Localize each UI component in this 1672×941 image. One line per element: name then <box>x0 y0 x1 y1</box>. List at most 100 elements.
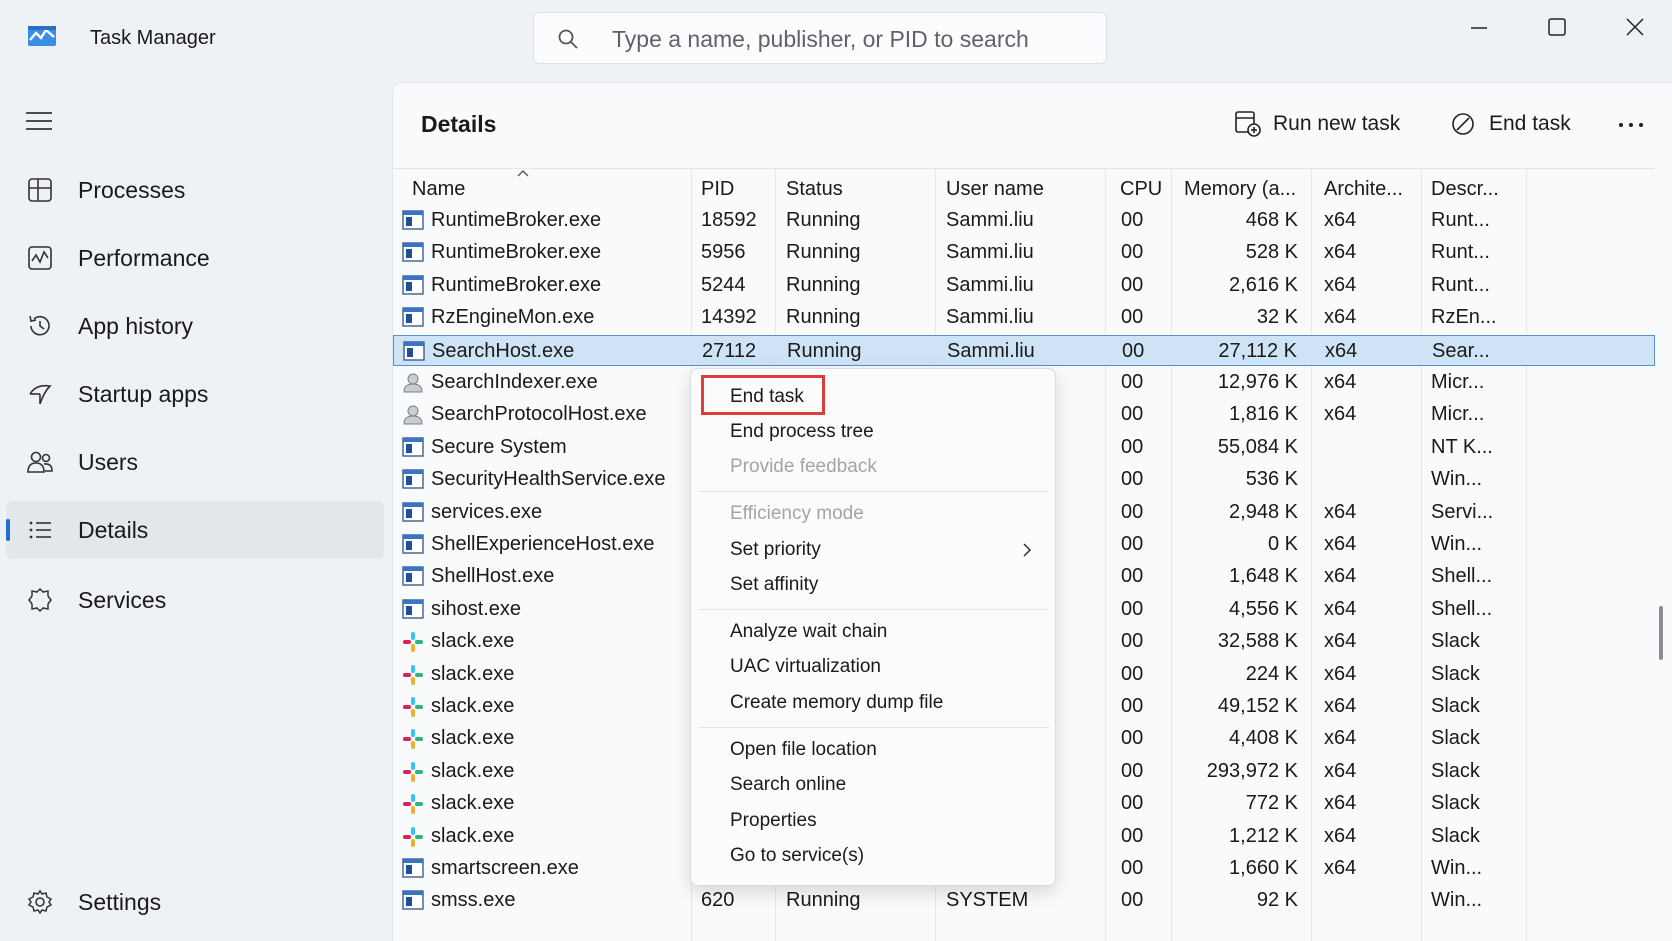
sidebar-item-users[interactable]: Users <box>6 433 384 491</box>
process-cpu: 00 <box>1121 824 1144 847</box>
menu-item-uac-virtualization[interactable]: UAC virtualization <box>699 651 1049 683</box>
process-memory: 1,648 K <box>1229 565 1298 588</box>
table-row[interactable]: RzEngineMon.exe 14392 Running Sammi.liu 00 32… <box>393 302 1655 333</box>
menu-item-analyze-wait-chain[interactable]: Analyze wait chain <box>699 616 1049 648</box>
process-name: slack.exe <box>431 727 515 750</box>
menu-item-search-online[interactable]: Search online <box>699 769 1049 801</box>
run-new-task-icon <box>1235 111 1261 137</box>
table-row[interactable]: RuntimeBroker.exe 18592 Running Sammi.liu 00… <box>393 205 1655 236</box>
sidebar-item-label: Processes <box>78 177 186 203</box>
application-icon <box>403 340 425 361</box>
table-row[interactable]: RuntimeBroker.exe 5956 Running Sammi.liu 00 5… <box>393 237 1655 268</box>
application-icon <box>402 469 424 489</box>
process-status: Running <box>786 306 861 329</box>
process-memory: 0 K <box>1267 533 1298 555</box>
process-name: slack.exe <box>431 630 515 653</box>
process-memory: 32,588 K <box>1217 630 1298 653</box>
menu-item-create-memory-dump[interactable]: Create memory dump file <box>699 687 1049 719</box>
sidebar-item-services[interactable]: Services <box>6 571 384 629</box>
menu-item-properties[interactable]: Properties <box>699 805 1049 837</box>
application-icon <box>402 242 424 263</box>
process-description: Win... <box>1431 889 1483 912</box>
run-new-task-label: Run new task <box>1273 112 1401 135</box>
process-architecture: x64 <box>1324 695 1357 717</box>
process-architecture: x64 <box>1324 306 1357 329</box>
menu-item-open-file-location[interactable]: Open file location <box>699 734 1049 766</box>
app-history-icon <box>29 315 50 336</box>
scrollbar-thumb[interactable] <box>1659 606 1663 660</box>
hamburger-menu-icon[interactable] <box>24 108 54 134</box>
process-user: Sammi.liu <box>947 339 1035 362</box>
process-user: Sammi.liu <box>946 306 1034 329</box>
process-architecture: x64 <box>1324 792 1357 815</box>
column-header-pid[interactable]: PID <box>701 178 734 201</box>
process-description: Runt... <box>1431 209 1490 231</box>
minimize-button[interactable] <box>1457 8 1501 48</box>
process-pid: 14392 <box>701 306 757 329</box>
more-options-icon[interactable] <box>1611 107 1651 143</box>
process-description: Slack <box>1431 727 1480 750</box>
column-header-user-name[interactable]: User name <box>946 178 1044 201</box>
process-status: Running <box>786 241 861 264</box>
sidebar-item-performance[interactable]: Performance <box>6 229 384 287</box>
process-cpu: 00 <box>1121 241 1144 264</box>
process-name: slack.exe <box>431 824 515 847</box>
process-architecture: x64 <box>1324 533 1357 555</box>
menu-item-go-to-services[interactable]: Go to service(s) <box>699 840 1049 872</box>
task-manager-logo-icon <box>28 26 56 46</box>
run-new-task-button[interactable]: Run new task <box>1233 107 1413 143</box>
menu-item-label: Set priority <box>730 539 821 560</box>
process-cpu: 00 <box>1121 792 1144 815</box>
sidebar-item-label: Services <box>78 587 167 613</box>
table-row[interactable]: RuntimeBroker.exe 5244 Running Sammi.liu 00 2… <box>393 270 1655 301</box>
table-row[interactable]: SearchHost.exe 27112 Running Sammi.liu 00 27,… <box>393 334 1655 366</box>
process-memory: 536 K <box>1245 468 1298 491</box>
sidebar-item-app-history[interactable]: App history <box>6 297 384 355</box>
sidebar-item-processes[interactable]: Processes <box>6 161 384 219</box>
process-name: SearchHost.exe <box>432 339 575 362</box>
context-menu: End task End process tree Provide feedba… <box>690 368 1056 886</box>
process-description: Slack <box>1431 792 1480 815</box>
maximize-button[interactable] <box>1535 8 1579 48</box>
process-architecture: x64 <box>1324 824 1357 847</box>
menu-item-set-priority[interactable]: Set priority <box>699 534 1049 566</box>
menu-item-end-task[interactable]: End task <box>699 381 1049 413</box>
process-name: RuntimeBroker.exe <box>431 209 602 231</box>
users-icon <box>27 451 53 473</box>
menu-item-end-process-tree[interactable]: End process tree <box>699 416 1049 448</box>
column-header-description[interactable]: Descr... <box>1431 178 1499 201</box>
sidebar-item-label: Users <box>78 449 139 475</box>
process-memory: 2,616 K <box>1229 273 1298 296</box>
menu-item-label: Efficiency mode <box>730 503 864 524</box>
close-button[interactable] <box>1613 8 1657 48</box>
sidebar-item-label: Performance <box>78 245 210 271</box>
sidebar-item-startup-apps[interactable]: Startup apps <box>6 365 384 423</box>
process-cpu: 00 <box>1121 857 1144 879</box>
sidebar-item-label: App history <box>78 313 194 339</box>
application-icon <box>402 534 424 554</box>
table-row[interactable]: smss.exe 620 Running SYSTEM 00 92 K Win... <box>393 885 1655 916</box>
process-architecture: x64 <box>1324 500 1357 523</box>
process-name: slack.exe <box>431 759 515 782</box>
menu-item-set-affinity[interactable]: Set affinity <box>699 569 1049 601</box>
process-architecture: x64 <box>1324 727 1357 750</box>
search-placeholder: Type a name, publisher, or PID to search <box>612 26 1029 52</box>
search-input[interactable]: Type a name, publisher, or PID to search <box>533 12 1107 64</box>
process-cpu: 00 <box>1121 371 1144 393</box>
slack-icon <box>403 664 423 685</box>
end-task-button[interactable]: End task <box>1449 107 1589 143</box>
user-process-icon <box>403 373 423 393</box>
process-memory: 32 K <box>1256 306 1298 329</box>
process-cpu: 00 <box>1121 597 1144 620</box>
sidebar-item-details[interactable]: Details <box>6 501 384 559</box>
startup-apps-icon <box>29 384 52 405</box>
column-header-architecture[interactable]: Archite... <box>1324 178 1403 201</box>
process-memory: 772 K <box>1245 792 1298 815</box>
column-header-status[interactable]: Status <box>786 178 843 201</box>
column-header-memory[interactable]: Memory (a... <box>1184 178 1296 201</box>
application-icon <box>402 210 424 230</box>
process-name: ShellHost.exe <box>431 565 555 588</box>
column-header-name[interactable]: Name <box>412 178 465 201</box>
column-header-cpu[interactable]: CPU <box>1120 178 1162 201</box>
sidebar-item-settings[interactable]: Settings <box>6 873 384 931</box>
